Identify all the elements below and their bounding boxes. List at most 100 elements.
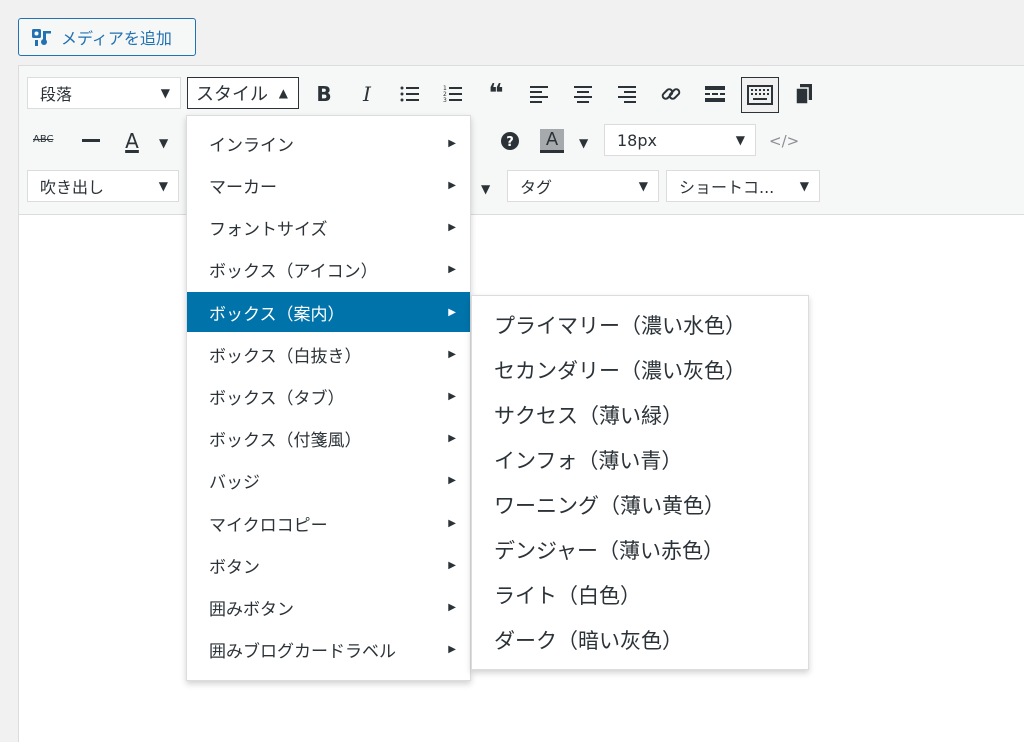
chevron-right-icon: ▶ [448, 432, 456, 444]
menu-item-microcopy[interactable]: マイクロコピー ▶ [187, 503, 470, 543]
submenu-item-success[interactable]: サクセス（薄い緑） [472, 393, 808, 437]
submenu-item-label: プライマリー（濃い水色） [494, 314, 746, 338]
menu-item-label: マーカー [209, 177, 277, 198]
chevron-right-icon: ▶ [448, 179, 456, 191]
blockquote-icon[interactable]: ❝ [479, 77, 513, 111]
caret-down-icon: ▼ [638, 179, 648, 193]
submenu-item-danger[interactable]: デンジャー（薄い赤色） [472, 528, 808, 572]
shortcode-select-value: ショートコ... [679, 178, 775, 197]
menu-item-label: フォントサイズ [209, 219, 328, 240]
font-size-select-value: 18px [617, 130, 657, 150]
menu-item-box-tab[interactable]: ボックス（タブ） ▶ [187, 376, 470, 416]
menu-item-box-outline[interactable]: ボックス（白抜き） ▶ [187, 334, 470, 374]
copy-icon[interactable] [787, 77, 821, 111]
horizontal-line-icon[interactable] [74, 124, 108, 158]
chevron-right-icon: ▶ [448, 137, 456, 149]
align-center-icon[interactable] [566, 77, 600, 111]
strikethrough-icon[interactable]: ABC [33, 134, 54, 145]
menu-item-box-sticky[interactable]: ボックス（付箋風） ▶ [187, 418, 470, 458]
chevron-right-icon: ▶ [448, 263, 456, 275]
caret-down-icon: ▼ [158, 179, 168, 193]
link-icon[interactable] [654, 77, 688, 111]
font-size-select[interactable]: 18px ▼ [604, 124, 756, 156]
chevron-right-icon: ▶ [448, 474, 456, 486]
numbered-list-icon[interactable]: 123 [436, 77, 470, 111]
read-more-icon[interactable] [698, 77, 732, 111]
style-select-value: スタイル [196, 84, 268, 105]
submenu-item-label: サクセス（薄い緑） [494, 404, 683, 428]
align-right-icon[interactable] [610, 77, 644, 111]
text-color-caret-icon[interactable]: ▼ [159, 136, 168, 150]
hidden-select-caret-icon[interactable]: ▼ [481, 182, 490, 196]
text-color-icon[interactable]: A [115, 124, 149, 158]
menu-item-label: バッジ [209, 472, 260, 493]
chevron-right-icon: ▶ [448, 348, 456, 360]
caret-up-icon: ▲ [278, 86, 288, 100]
menu-item-label: ボックス（付箋風） [209, 430, 362, 451]
submenu-item-info[interactable]: インフォ（薄い青） [472, 438, 808, 482]
menu-item-enclosed-button[interactable]: 囲みボタン ▶ [187, 587, 470, 627]
chevron-right-icon: ▶ [448, 601, 456, 613]
submenu-item-dark[interactable]: ダーク（暗い灰色） [472, 618, 808, 662]
add-media-button[interactable]: メディアを追加 [18, 18, 196, 56]
submenu-item-warning[interactable]: ワーニング（薄い黄色） [472, 483, 808, 527]
chevron-right-icon: ▶ [448, 517, 456, 529]
menu-item-font-size[interactable]: フォントサイズ ▶ [187, 207, 470, 247]
submenu-item-light[interactable]: ライト（白色） [472, 573, 808, 617]
background-color-icon[interactable]: A [535, 124, 569, 158]
menu-item-label: ボックス（案内） [209, 304, 345, 325]
format-select[interactable]: 段落 ▼ [27, 77, 181, 109]
code-icon[interactable]: </> [769, 132, 799, 150]
help-icon[interactable]: ? [493, 124, 527, 158]
caret-down-icon: ▼ [160, 86, 170, 100]
add-media-label: メディアを追加 [61, 29, 172, 48]
format-select-value: 段落 [40, 85, 73, 104]
menu-item-label: インライン [209, 135, 294, 156]
submenu-item-label: セカンダリー（濃い灰色） [494, 359, 746, 383]
menu-item-inline[interactable]: インライン ▶ [187, 123, 470, 163]
submenu-item-label: デンジャー（薄い赤色） [494, 539, 724, 563]
menu-item-button[interactable]: ボタン ▶ [187, 545, 470, 585]
caret-down-icon: ▼ [799, 179, 809, 193]
chevron-right-icon: ▶ [448, 643, 456, 655]
menu-item-label: ボックス（アイコン） [209, 261, 378, 282]
background-color-caret-icon[interactable]: ▼ [579, 136, 588, 150]
italic-icon[interactable]: I [350, 77, 384, 111]
menu-item-label: 囲みブログカードラベル [209, 641, 396, 662]
chevron-right-icon: ▶ [448, 221, 456, 233]
tag-select-value: タグ [520, 178, 553, 197]
submenu-item-primary[interactable]: プライマリー（濃い水色） [472, 303, 808, 347]
chevron-right-icon: ▶ [448, 390, 456, 402]
tag-select[interactable]: タグ ▼ [507, 170, 659, 202]
editor-toolbar: 段落 ▼ スタイル ▲ B I 123 ❝ ABC A ▼ ? A ▼ 18px… [19, 66, 1024, 215]
chevron-right-icon: ▶ [448, 306, 456, 318]
balloon-select[interactable]: 吹き出し ▼ [27, 170, 179, 202]
menu-item-label: マイクロコピー [209, 515, 328, 536]
bold-icon[interactable]: B [307, 77, 341, 111]
submenu-item-secondary[interactable]: セカンダリー（濃い灰色） [472, 348, 808, 392]
submenu-item-label: ライト（白色） [494, 584, 641, 608]
menu-item-badge[interactable]: バッジ ▶ [187, 460, 470, 500]
shortcode-select[interactable]: ショートコ... ▼ [666, 170, 820, 202]
chevron-right-icon: ▶ [448, 559, 456, 571]
style-select[interactable]: スタイル ▲ [187, 77, 299, 109]
submenu-item-label: インフォ（薄い青） [494, 449, 683, 473]
caret-down-icon: ▼ [735, 133, 745, 147]
menu-item-label: ボタン [209, 557, 260, 578]
submenu-item-label: ダーク（暗い灰色） [494, 629, 683, 653]
menu-item-label: ボックス（タブ） [209, 388, 345, 409]
menu-item-blogcard-label[interactable]: 囲みブログカードラベル ▶ [187, 629, 470, 669]
svg-text:?: ? [506, 135, 514, 150]
toolbar-toggle-icon[interactable] [741, 77, 779, 113]
svg-text:3: 3 [443, 97, 447, 103]
balloon-select-value: 吹き出し [40, 178, 105, 197]
align-left-icon[interactable] [522, 77, 556, 111]
menu-item-marker[interactable]: マーカー ▶ [187, 165, 470, 205]
menu-item-label: 囲みボタン [209, 599, 294, 620]
media-icon [32, 29, 51, 46]
style-dropdown-menu: インライン ▶ マーカー ▶ フォントサイズ ▶ ボックス（アイコン） ▶ ボックス（案… [186, 115, 471, 681]
menu-item-box-icon[interactable]: ボックス（アイコン） ▶ [187, 249, 470, 289]
submenu-item-label: ワーニング（薄い黄色） [494, 494, 725, 518]
bullet-list-icon[interactable] [393, 77, 427, 111]
menu-item-box-guide[interactable]: ボックス（案内） ▶ [187, 292, 470, 332]
